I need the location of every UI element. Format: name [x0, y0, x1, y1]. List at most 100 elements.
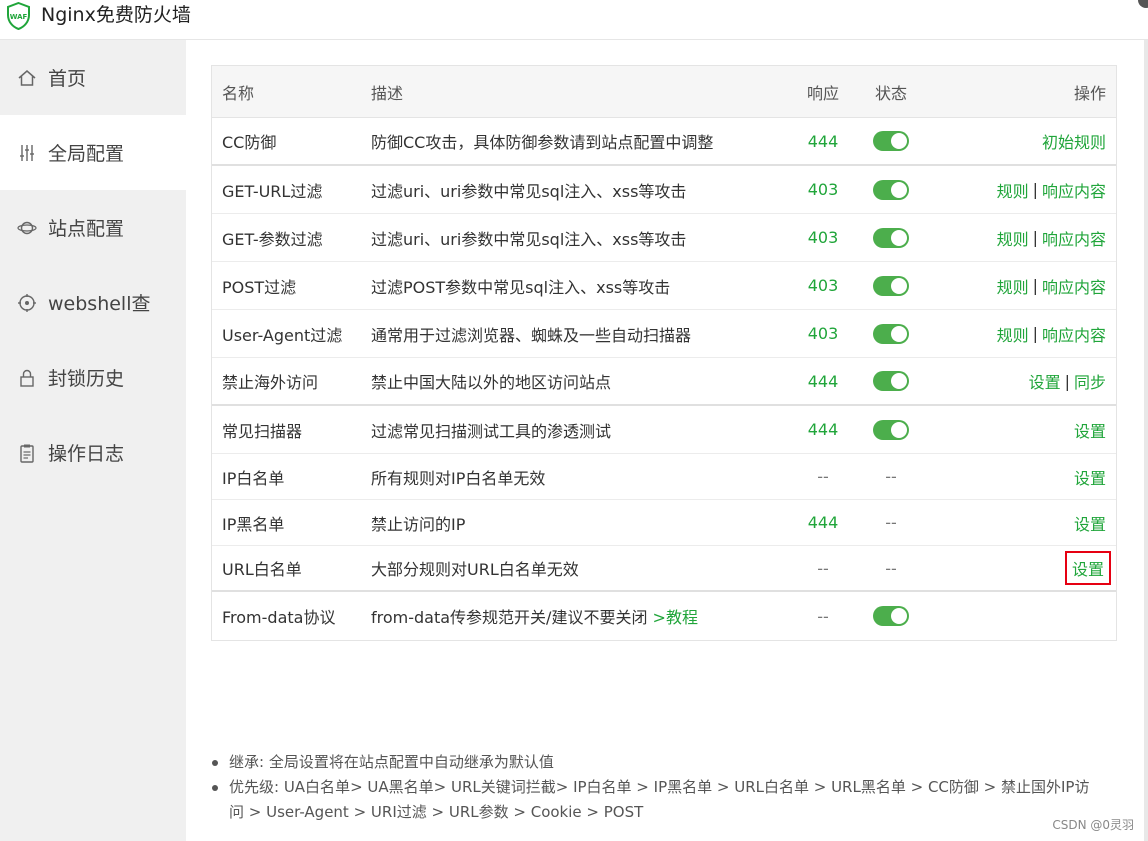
- rules-link[interactable]: 规则: [997, 322, 1029, 346]
- row-name: GET-参数过滤: [222, 229, 323, 249]
- row-ops: 初始规则: [1042, 118, 1106, 164]
- row-desc: 所有规则对IP白名单无效: [371, 468, 546, 488]
- waf-shield-logo-icon: WAF: [7, 2, 30, 30]
- sidebar-item-label: 站点配置: [48, 218, 125, 240]
- response-content-link[interactable]: 响应内容: [1042, 226, 1106, 250]
- status-toggle[interactable]: [873, 606, 909, 626]
- row-desc: 过滤POST参数中常见sql注入、xss等攻击: [371, 277, 671, 297]
- row-status: [872, 406, 910, 453]
- table-row: IP白名单 所有规则对IP白名单无效 -- -- 设置: [212, 454, 1116, 500]
- row-name: GET-URL过滤: [222, 181, 323, 201]
- sidebar-item-site-config[interactable]: 站点配置: [0, 190, 186, 265]
- clipboard-icon: [20, 444, 34, 463]
- row-name: IP黑名单: [222, 514, 285, 534]
- sidebar-item-operation-log[interactable]: 操作日志: [0, 415, 186, 490]
- status-toggle[interactable]: [873, 419, 909, 440]
- row-status: [872, 310, 910, 357]
- row-ops: 设置: [1074, 406, 1106, 453]
- sidebar-item-label: 全局配置: [48, 143, 125, 165]
- settings-link-highlighted[interactable]: 设置: [1064, 551, 1112, 585]
- row-response[interactable]: 403: [808, 310, 839, 357]
- row-name: 常见扫描器: [222, 421, 303, 441]
- initial-rules-link[interactable]: 初始规则: [1042, 129, 1106, 153]
- settings-link[interactable]: 设置: [1074, 465, 1106, 489]
- row-name: URL白名单: [222, 560, 302, 579]
- row-response: --: [817, 558, 829, 578]
- row-name: 禁止海外访问: [222, 373, 319, 392]
- response-content-link[interactable]: 响应内容: [1042, 322, 1106, 346]
- status-toggle[interactable]: [873, 131, 909, 151]
- row-desc: 过滤常见扫描测试工具的渗透测试: [371, 421, 612, 441]
- table-row: URL白名单 大部分规则对URL白名单无效 -- -- 设置: [212, 546, 1116, 592]
- sliders-icon: [20, 144, 34, 161]
- row-status: [872, 166, 910, 213]
- sidebar-item-global-config[interactable]: 全局配置: [0, 115, 186, 190]
- row-status: [872, 358, 910, 404]
- row-name: POST过滤: [222, 277, 297, 297]
- status-toggle[interactable]: [873, 227, 909, 248]
- row-name: IP白名单: [222, 468, 285, 488]
- header-response: 响应: [807, 83, 840, 103]
- home-icon: [18, 69, 36, 86]
- table-row: CC防御 防御CC攻击，具体防御参数请到站点配置中调整 444 初始规则: [212, 118, 1116, 166]
- response-content-link[interactable]: 响应内容: [1042, 178, 1106, 202]
- row-desc-text: from-data传参规范开关/建议不要关闭: [371, 608, 648, 627]
- sidebar-item-label: webshell查: [48, 293, 151, 315]
- header-status: 状态: [874, 83, 907, 103]
- rules-link[interactable]: 规则: [997, 226, 1029, 250]
- row-response[interactable]: 444: [808, 118, 839, 164]
- ops-separator: |: [1032, 324, 1038, 343]
- row-response[interactable]: 403: [808, 166, 839, 213]
- row-status: --: [885, 467, 897, 486]
- sidebar-item-webshell[interactable]: webshell查: [0, 265, 186, 340]
- sidebar: 首页 全局配置 站点配置 webshell查 封锁历史 操作日志: [0, 40, 186, 841]
- table-row: 常见扫描器 过滤常见扫描测试工具的渗透测试 444 设置: [212, 406, 1116, 454]
- settings-link[interactable]: 设置: [1029, 369, 1061, 393]
- row-status: --: [885, 513, 897, 532]
- row-response[interactable]: 444: [808, 406, 839, 453]
- row-ops: 设置: [1064, 546, 1112, 590]
- status-toggle[interactable]: [873, 179, 909, 200]
- sidebar-item-block-history[interactable]: 封锁历史: [0, 340, 186, 415]
- row-response[interactable]: 444: [808, 500, 839, 545]
- row-desc: 通常用于过滤浏览器、蜘蛛及一些自动扫描器: [371, 325, 692, 345]
- row-desc: 大部分规则对URL白名单无效: [371, 560, 579, 579]
- row-desc: 禁止访问的IP: [371, 514, 466, 534]
- row-response[interactable]: 403: [808, 262, 839, 309]
- planet-icon: [17, 221, 37, 234]
- sync-link[interactable]: 同步: [1074, 369, 1106, 393]
- row-ops: 设置: [1074, 454, 1106, 499]
- watermark: CSDN @0灵羽: [1052, 818, 1134, 832]
- row-response: --: [817, 467, 829, 486]
- status-toggle[interactable]: [873, 275, 909, 296]
- table-header: 名称 描述 响应 状态 操作: [212, 66, 1116, 118]
- help-notes: 继承: 全局设置将在站点配置中自动继承为默认值 优先级: UA白名单> UA黑名…: [210, 750, 1090, 825]
- row-name: From-data协议: [222, 608, 336, 627]
- settings-link[interactable]: 设置: [1074, 418, 1106, 442]
- response-content-link[interactable]: 响应内容: [1042, 274, 1106, 298]
- note-item: 继承: 全局设置将在站点配置中自动继承为默认值: [210, 750, 1090, 775]
- ops-separator: |: [1064, 371, 1070, 391]
- ops-separator: |: [1032, 228, 1038, 247]
- header-ops: 操作: [1073, 83, 1106, 103]
- table-row: User-Agent过滤 通常用于过滤浏览器、蜘蛛及一些自动扫描器 403 规则…: [212, 310, 1116, 358]
- rules-link[interactable]: 规则: [997, 274, 1029, 298]
- row-response[interactable]: 444: [808, 358, 839, 404]
- global-rules-table: 名称 描述 响应 状态 操作 CC防御 防御CC攻击，具体防御参数请到站点配置中…: [211, 65, 1117, 641]
- row-desc: 过滤uri、uri参数中常见sql注入、xss等攻击: [371, 181, 687, 201]
- settings-link[interactable]: 设置: [1074, 511, 1106, 535]
- target-icon: [18, 293, 36, 312]
- row-desc: 防御CC攻击，具体防御参数请到站点配置中调整: [371, 133, 714, 152]
- vertical-scrollbar[interactable]: [1144, 40, 1148, 841]
- tutorial-link[interactable]: >教程: [653, 604, 698, 628]
- svg-text:WAF: WAF: [10, 13, 28, 21]
- sidebar-item-home[interactable]: 首页: [0, 40, 186, 115]
- window-close-control[interactable]: [1138, 0, 1148, 8]
- row-status: [872, 592, 910, 640]
- table-row: IP黑名单 禁止访问的IP 444 -- 设置: [212, 500, 1116, 546]
- row-response[interactable]: 403: [808, 214, 839, 261]
- status-toggle[interactable]: [873, 323, 909, 344]
- status-toggle[interactable]: [873, 371, 909, 391]
- rules-link[interactable]: 规则: [997, 178, 1029, 202]
- row-ops: 规则 | 响应内容: [997, 214, 1106, 261]
